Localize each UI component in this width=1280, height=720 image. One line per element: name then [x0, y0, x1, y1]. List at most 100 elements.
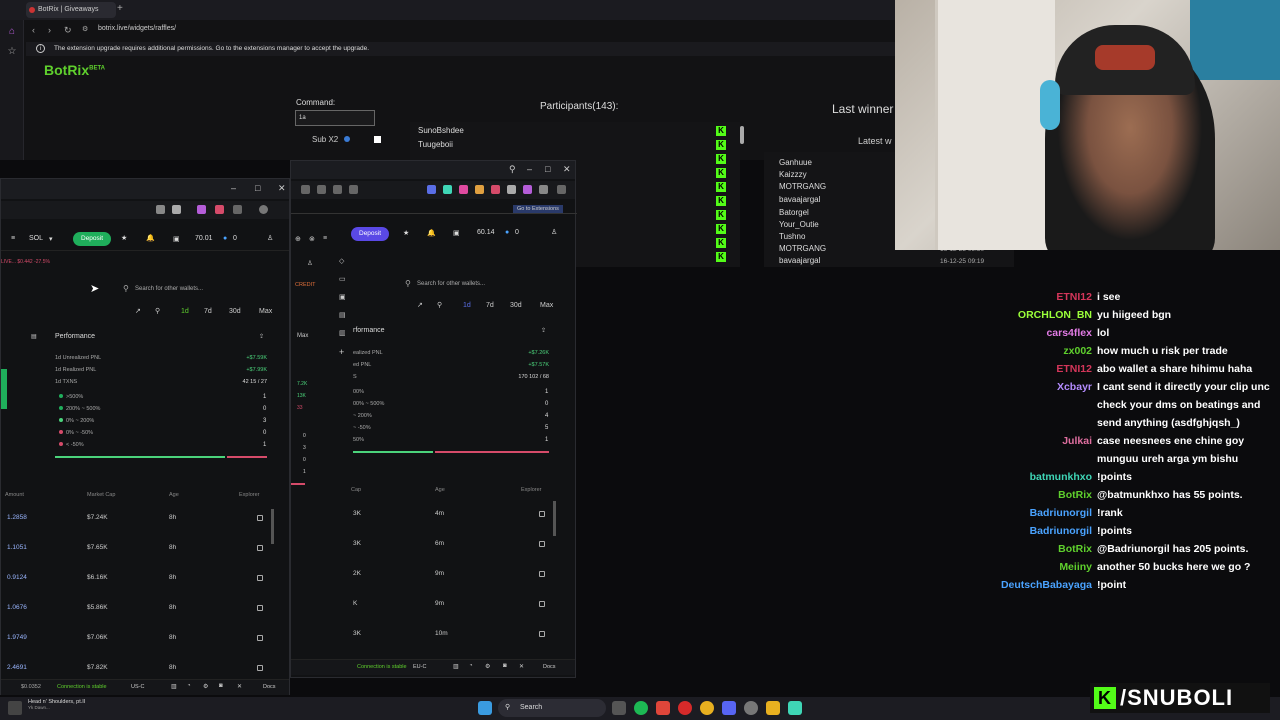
deposit-button[interactable]: Deposit — [73, 232, 112, 246]
search-icon[interactable]: ⚲ — [155, 307, 160, 315]
maximize-icon[interactable]: □ — [255, 183, 260, 193]
chain-selector[interactable]: SOL — [29, 235, 43, 242]
brave-icon[interactable] — [656, 701, 670, 715]
extension-icon[interactable] — [349, 185, 358, 194]
close-icon[interactable]: ✕ — [563, 164, 571, 175]
settings-icon[interactable]: ⚙ — [203, 683, 208, 690]
site-info-icon[interactable]: ⚙ — [82, 25, 88, 33]
maximize-icon[interactable]: □ — [545, 164, 550, 174]
forward-icon[interactable]: › — [48, 25, 51, 35]
windows-start-icon[interactable] — [478, 701, 492, 715]
discord-icon[interactable]: ◙ — [503, 663, 507, 669]
external-link-icon[interactable] — [539, 601, 545, 607]
share-icon[interactable]: ⇪ — [541, 327, 546, 334]
add-icon[interactable]: + — [339, 347, 344, 357]
external-link-icon[interactable] — [257, 605, 263, 611]
star-icon[interactable]: ★ — [403, 229, 409, 237]
go-to-extensions-button[interactable]: Go to Extensions — [513, 205, 563, 213]
wallet-search[interactable]: ⚲ Search for other wallets... — [121, 281, 281, 297]
share-icon[interactable]: ⇪ — [259, 333, 264, 340]
extension-icon[interactable] — [197, 205, 206, 214]
help-icon[interactable] — [344, 136, 351, 142]
x-icon[interactable]: ✕ — [519, 663, 524, 670]
sidebar-icon[interactable]: ▣ — [339, 293, 346, 301]
tab-botrix-giveaways[interactable]: BotRix | Giveaways — [26, 2, 116, 18]
user-icon[interactable]: ♙ — [307, 259, 313, 267]
back-icon[interactable]: ‹ — [32, 25, 35, 35]
obs-icon[interactable] — [744, 701, 758, 715]
external-link-icon[interactable] — [539, 511, 545, 517]
external-link-icon[interactable] — [539, 571, 545, 577]
discord-icon[interactable] — [722, 701, 736, 715]
app-icon[interactable] — [788, 701, 802, 715]
docs-link[interactable]: Docs — [543, 664, 556, 670]
search-icon[interactable]: ⚲ — [437, 301, 442, 309]
bell-icon[interactable]: ◔ — [469, 663, 473, 669]
extension-icon[interactable] — [215, 205, 224, 214]
extension-icon[interactable] — [491, 185, 500, 194]
command-input[interactable]: 1a — [295, 110, 375, 126]
reload-icon[interactable]: ↻ — [64, 25, 72, 36]
star-icon[interactable]: ☆ — [6, 46, 18, 58]
ai-icon[interactable] — [557, 185, 566, 194]
external-link-icon[interactable] — [539, 541, 545, 547]
extension-icon[interactable] — [539, 185, 548, 194]
external-link-icon[interactable] — [257, 575, 263, 581]
table-scrollbar[interactable] — [553, 501, 556, 536]
sidebar-icon[interactable]: ▭ — [339, 275, 346, 283]
home-icon[interactable]: ⌂ — [6, 26, 18, 38]
extension-icon[interactable]: ⊕ — [295, 235, 301, 243]
user-icon[interactable]: ♙ — [267, 234, 273, 242]
extension-icon[interactable] — [427, 185, 436, 194]
url-text[interactable]: botrix.live/widgets/raffles/ — [98, 25, 176, 32]
opera-icon[interactable] — [678, 701, 692, 715]
file-explorer-icon[interactable] — [766, 701, 780, 715]
star-icon[interactable]: ★ — [121, 234, 127, 242]
docs-link[interactable]: Docs — [263, 684, 276, 690]
participants-scrollbar[interactable] — [740, 126, 744, 144]
chevron-down-icon[interactable]: ▾ — [49, 235, 53, 243]
sidebar-icon[interactable]: ◇ — [339, 257, 344, 265]
region-selector[interactable]: EU-C — [413, 664, 426, 670]
star-icon[interactable] — [172, 205, 181, 214]
media-widget[interactable]: Head n' Shoulders, pt.II Yk Dawn... — [28, 699, 85, 710]
external-link-icon[interactable] — [539, 631, 545, 637]
new-tab-icon[interactable]: + — [117, 3, 123, 14]
shield-icon[interactable]: ⊗ — [309, 235, 315, 243]
share-icon[interactable]: ↗ — [135, 307, 141, 315]
extension-icon[interactable] — [301, 185, 310, 194]
menu-icon[interactable]: ≡ — [323, 235, 327, 242]
sub-x2-checkbox[interactable] — [374, 136, 381, 143]
spotify-icon[interactable] — [634, 701, 648, 715]
external-link-icon[interactable] — [257, 635, 263, 641]
search-icon[interactable]: ⚲ — [509, 164, 516, 175]
tab-30d[interactable]: 30d — [510, 302, 522, 309]
external-link-icon[interactable] — [257, 515, 263, 521]
sidebar-icon[interactable]: ▥ — [339, 329, 346, 337]
share-icon[interactable]: ↗ — [417, 301, 423, 309]
extension-icon[interactable] — [333, 185, 342, 194]
close-icon[interactable]: ✕ — [278, 183, 286, 194]
extension-icon[interactable] — [156, 205, 165, 214]
external-link-icon[interactable] — [257, 545, 263, 551]
table-scrollbar[interactable] — [271, 509, 274, 544]
bell-icon[interactable]: 🔔 — [146, 234, 155, 242]
wallet-search[interactable]: ⚲ Search for other wallets... — [403, 276, 563, 292]
region-selector[interactable]: US-C — [131, 684, 144, 690]
minimize-icon[interactable]: – — [527, 164, 532, 174]
bell-icon[interactable]: 🔔 — [427, 229, 436, 237]
extension-icon[interactable] — [233, 205, 242, 214]
tab-1d[interactable]: 1d — [463, 302, 471, 309]
discord-icon[interactable]: ◙ — [219, 683, 223, 689]
tab-max[interactable]: Max — [540, 302, 553, 309]
tab-7d[interactable]: 7d — [204, 308, 212, 315]
extension-icon[interactable] — [507, 185, 516, 194]
album-art-icon[interactable] — [8, 701, 22, 715]
extension-icon[interactable] — [443, 185, 452, 194]
extension-icon[interactable] — [459, 185, 468, 194]
bell-icon[interactable]: ◔ — [187, 683, 191, 689]
tab-30d[interactable]: 30d — [229, 308, 241, 315]
settings-icon[interactable]: ⚙ — [485, 663, 490, 670]
x-icon[interactable]: ✕ — [237, 683, 242, 690]
task-view-icon[interactable] — [612, 701, 626, 715]
